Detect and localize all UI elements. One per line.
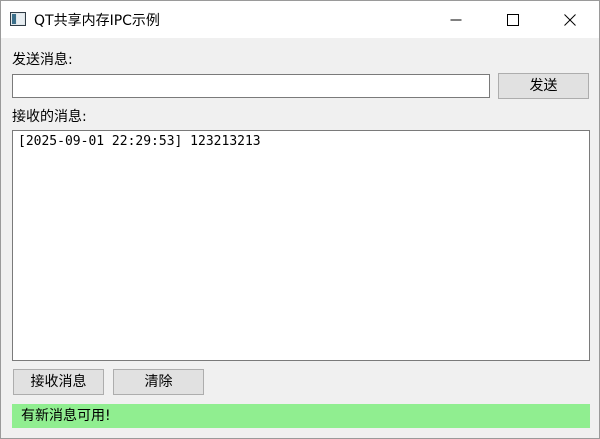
send-button[interactable]: 发送: [498, 73, 589, 99]
clear-button[interactable]: 清除: [113, 369, 204, 395]
close-button[interactable]: [547, 1, 593, 38]
title-bar[interactable]: QT共享内存IPC示例: [1, 1, 599, 38]
received-messages-label: 接收的消息:: [12, 109, 87, 125]
send-message-label: 发送消息:: [12, 52, 73, 68]
received-messages-textarea[interactable]: [2025-09-01 22:29:53] 123213213: [12, 130, 590, 361]
send-message-input[interactable]: [12, 74, 490, 98]
app-window-icon: [10, 12, 26, 26]
receive-message-button[interactable]: 接收消息: [13, 369, 104, 395]
window-title: QT共享内存IPC示例: [34, 13, 160, 29]
maximize-button[interactable]: [490, 1, 536, 38]
app-window: QT共享内存IPC示例 发送消息: 发送 接收的消息: [2025-09-01 …: [0, 0, 600, 439]
minimize-icon: [450, 19, 462, 21]
status-label: 有新消息可用!: [12, 404, 590, 428]
close-icon: [564, 14, 576, 26]
minimize-button[interactable]: [433, 1, 479, 38]
maximize-icon: [507, 14, 519, 26]
